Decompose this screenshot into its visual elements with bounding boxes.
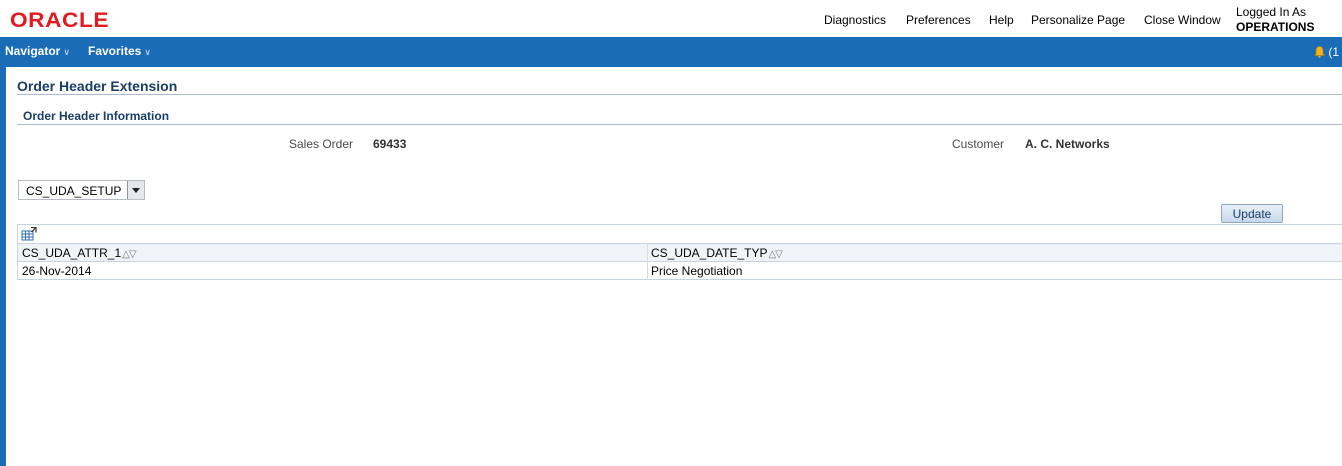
navigator-menu[interactable]: Navigator ∨ [5, 44, 70, 58]
diagnostics-link[interactable]: Diagnostics [824, 13, 886, 27]
personalize-page-link[interactable]: Personalize Page [1031, 13, 1125, 27]
section-title: Order Header Information [23, 109, 170, 123]
sales-order-value: 69433 [373, 137, 407, 151]
dropdown-arrow-icon [132, 188, 140, 193]
attributes-table: CS_UDA_ATTR_1△▽ CS_UDA_DATE_TYP△▽ 26-Nov… [17, 224, 1342, 280]
column-header-attr1[interactable]: CS_UDA_ATTR_1△▽ [22, 246, 137, 260]
dropdown-button[interactable] [127, 181, 144, 199]
column-header-date-typ[interactable]: CS_UDA_DATE_TYP△▽ [651, 246, 783, 260]
table-cell: 26-Nov-2014 [22, 264, 92, 278]
chevron-down-icon: ∨ [63, 47, 70, 57]
column-header-date-typ-label: CS_UDA_DATE_TYP [651, 246, 768, 260]
sales-order-label: Sales Order [289, 137, 354, 151]
preferences-link[interactable]: Preferences [906, 13, 971, 27]
favorites-menu[interactable]: Favorites ∨ [88, 44, 151, 58]
global-links: Diagnostics Preferences Help Personalize… [0, 13, 1342, 29]
top-header: ORACLE Diagnostics Preferences Help Pers… [0, 0, 1342, 37]
notification-count: (1 [1328, 45, 1340, 59]
title-divider [17, 94, 1342, 95]
attribute-group-select[interactable]: CS_UDA_SETUP [18, 180, 145, 200]
table-header-row: CS_UDA_ATTR_1△▽ CS_UDA_DATE_TYP△▽ [18, 243, 1342, 262]
help-link[interactable]: Help [989, 13, 1014, 27]
logged-in-user: OPERATIONS [1236, 20, 1315, 34]
update-button[interactable]: Update [1221, 204, 1283, 223]
navigator-label: Navigator [5, 44, 61, 58]
customer-label: Customer [952, 137, 1005, 151]
notifications-button[interactable]: (1 [1314, 45, 1339, 59]
table-toolbar [18, 225, 1342, 243]
column-header-attr1-label: CS_UDA_ATTR_1 [22, 246, 122, 260]
main-content: Order Header Extension Order Header Info… [6, 67, 1342, 466]
bell-icon [1314, 46, 1325, 58]
section-divider [17, 124, 1342, 125]
attribute-group-value: CS_UDA_SETUP [26, 184, 122, 198]
sort-icon[interactable]: △▽ [122, 249, 136, 260]
customer-value: A. C. Networks [1025, 137, 1110, 151]
chevron-down-icon: ∨ [144, 47, 151, 57]
favorites-label: Favorites [88, 44, 142, 58]
global-nav-bar: Navigator ∨ Favorites ∨ (1 [0, 37, 1342, 67]
close-window-link[interactable]: Close Window [1144, 13, 1221, 27]
logged-in-info: Logged In As OPERATIONS [1236, 5, 1314, 35]
sort-icon[interactable]: △▽ [768, 249, 782, 260]
logged-in-label: Logged In As [1236, 5, 1307, 19]
detach-table-icon[interactable] [21, 227, 37, 241]
table-cell: Price Negotiation [651, 264, 743, 278]
table-row: 26-Nov-2014 Price Negotiation [18, 262, 1342, 280]
page-title: Order Header Extension [17, 78, 178, 94]
